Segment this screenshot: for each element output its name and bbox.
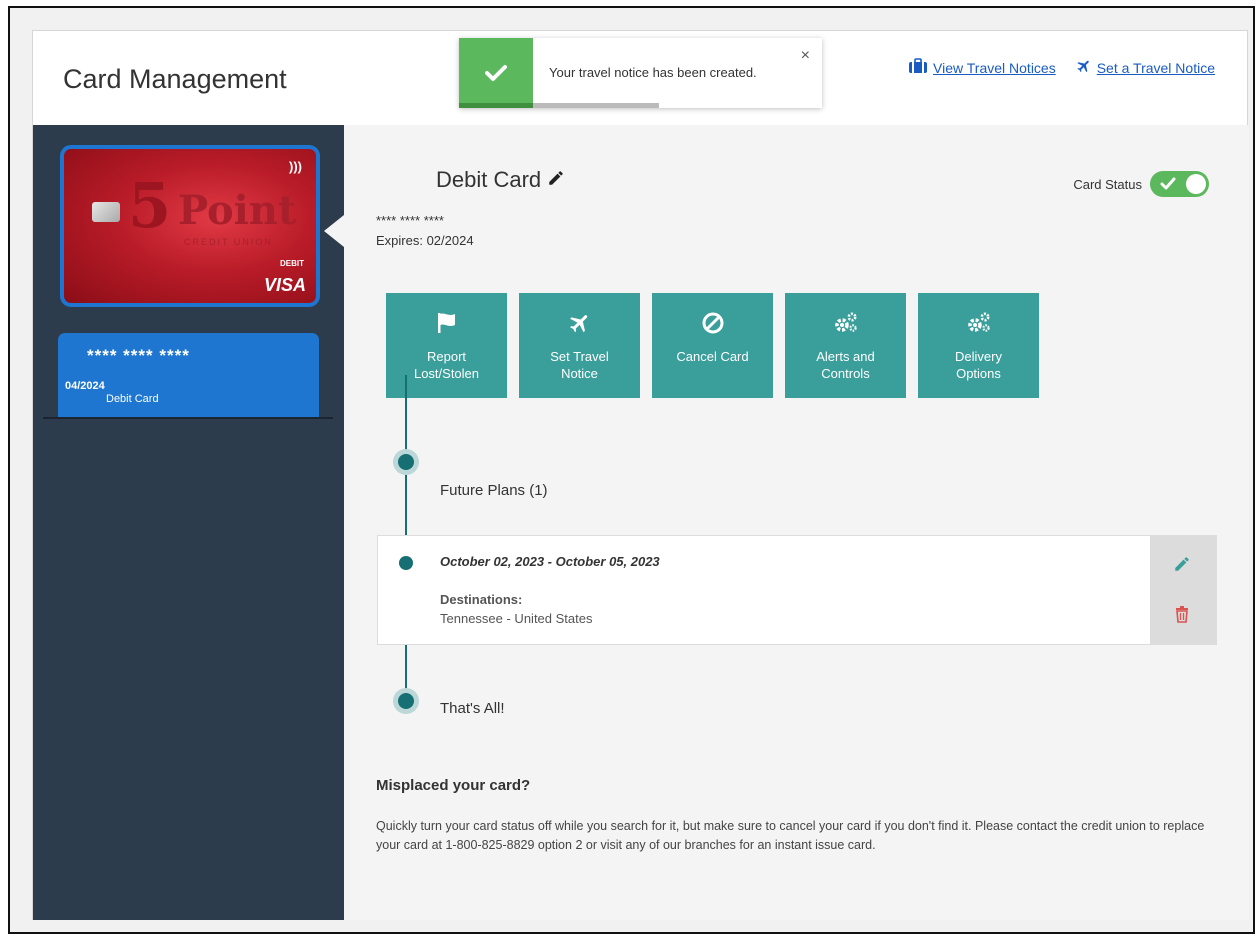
thats-all-label: That's All! — [440, 700, 505, 717]
check-icon — [1160, 174, 1176, 197]
gears-icon — [833, 311, 859, 348]
brand-logo-number: 5 — [128, 169, 172, 242]
set-travel-notice-button[interactable]: Set Travel Notice — [519, 293, 640, 398]
card-number: **** **** **** — [376, 213, 444, 228]
toast-message: Your travel notice has been created. — [549, 65, 757, 80]
card-sidebar: ))) 5 Point CREDIT UNION DEBIT VISA ****… — [33, 125, 344, 920]
card-actions: Report Lost/Stolen Set Travel Notice Can… — [386, 293, 1039, 398]
toast-close-button[interactable]: × — [801, 47, 810, 65]
edit-pencil-icon[interactable] — [1173, 555, 1191, 578]
delivery-options-button[interactable]: Delivery Options — [918, 293, 1039, 398]
action-label-line2: Options — [956, 366, 1001, 381]
toast-progress-track — [459, 103, 659, 108]
action-label-line1: Cancel Card — [676, 349, 749, 364]
card-status-label: Card Status — [1073, 176, 1142, 192]
header-links: View Travel Notices Set a Travel Notice — [908, 58, 1215, 77]
success-toast: Your travel notice has been created. × — [459, 38, 822, 108]
brand-logo-subtitle: CREDIT UNION — [184, 237, 273, 247]
destinations-label: Destinations: — [440, 592, 523, 607]
flag-icon — [435, 311, 459, 348]
action-label-line2: Controls — [821, 366, 870, 381]
set-travel-notice-label: Set a Travel Notice — [1096, 59, 1215, 76]
card-type-label: DEBIT — [280, 259, 304, 268]
misplaced-card-heading: Misplaced your card? — [376, 777, 531, 794]
ban-icon — [701, 311, 725, 348]
toggle-knob — [1186, 174, 1206, 194]
action-label-line2: Notice — [561, 366, 598, 381]
timeline-dot — [398, 454, 414, 470]
trash-icon[interactable] — [1175, 606, 1189, 628]
card-expiry: Expires: 02/2024 — [376, 233, 474, 248]
card-list-item[interactable]: **** **** **** 04/2024 Debit Card — [58, 333, 319, 417]
travel-plan-actions — [1150, 536, 1216, 644]
view-travel-notices-label: View Travel Notices — [933, 59, 1056, 76]
debit-card-image[interactable]: ))) 5 Point CREDIT UNION DEBIT VISA — [60, 145, 320, 307]
card-details: Debit Card **** **** **** Expires: 02/20… — [344, 125, 1249, 920]
page-title: Card Management — [63, 64, 287, 94]
alerts-and-controls-button[interactable]: Alerts and Controls — [785, 293, 906, 398]
contactless-icon: ))) — [289, 159, 302, 174]
card-tile-divider — [43, 417, 333, 419]
timeline-dot — [399, 556, 413, 570]
selected-card-pointer — [324, 215, 344, 247]
card-tile-number: **** **** **** — [87, 346, 190, 365]
brand-logo-word: Point — [178, 187, 297, 234]
plane-icon — [568, 311, 592, 348]
header: Card Management Your travel notice has b… — [33, 31, 1247, 126]
action-label-line2: Lost/Stolen — [413, 366, 480, 381]
check-icon — [459, 38, 533, 108]
card-title: Debit Card — [436, 167, 565, 193]
timeline-dot — [398, 693, 414, 709]
pencil-icon[interactable] — [547, 167, 565, 193]
destinations-value: Tennessee - United States — [440, 611, 593, 626]
card-status-toggle[interactable] — [1150, 171, 1209, 197]
suitcase-icon — [908, 58, 928, 77]
gears-icon — [966, 311, 992, 348]
card-tile-expiry: 04/2024 — [65, 380, 105, 392]
toast-progress-fill — [459, 103, 533, 108]
visa-logo: VISA — [263, 275, 306, 295]
card-title-text: Debit Card — [436, 167, 542, 192]
card-management-panel: Card Management Your travel notice has b… — [32, 30, 1249, 920]
set-travel-notice-link[interactable]: Set a Travel Notice — [1076, 58, 1215, 77]
card-status: Card Status — [1073, 171, 1209, 197]
card-chip-icon — [92, 202, 120, 222]
card-tile-name: Debit Card — [106, 393, 159, 405]
travel-plan-item: October 02, 2023 - October 05, 2023 Dest… — [377, 535, 1217, 645]
action-label-line1: Alerts and — [816, 349, 875, 364]
travel-plan-dates: October 02, 2023 - October 05, 2023 — [440, 554, 660, 569]
view-travel-notices-link[interactable]: View Travel Notices — [908, 58, 1056, 77]
misplaced-card-text: Quickly turn your card status off while … — [376, 819, 1205, 852]
cancel-card-button[interactable]: Cancel Card — [652, 293, 773, 398]
action-label-line1: Delivery — [955, 349, 1002, 364]
future-plans-label: Future Plans (1) — [440, 482, 548, 499]
action-label-line1: Set Travel — [550, 349, 609, 364]
app-frame: Card Management Your travel notice has b… — [8, 6, 1255, 934]
plane-icon — [1076, 58, 1092, 77]
action-label-line1: Report — [426, 349, 467, 364]
